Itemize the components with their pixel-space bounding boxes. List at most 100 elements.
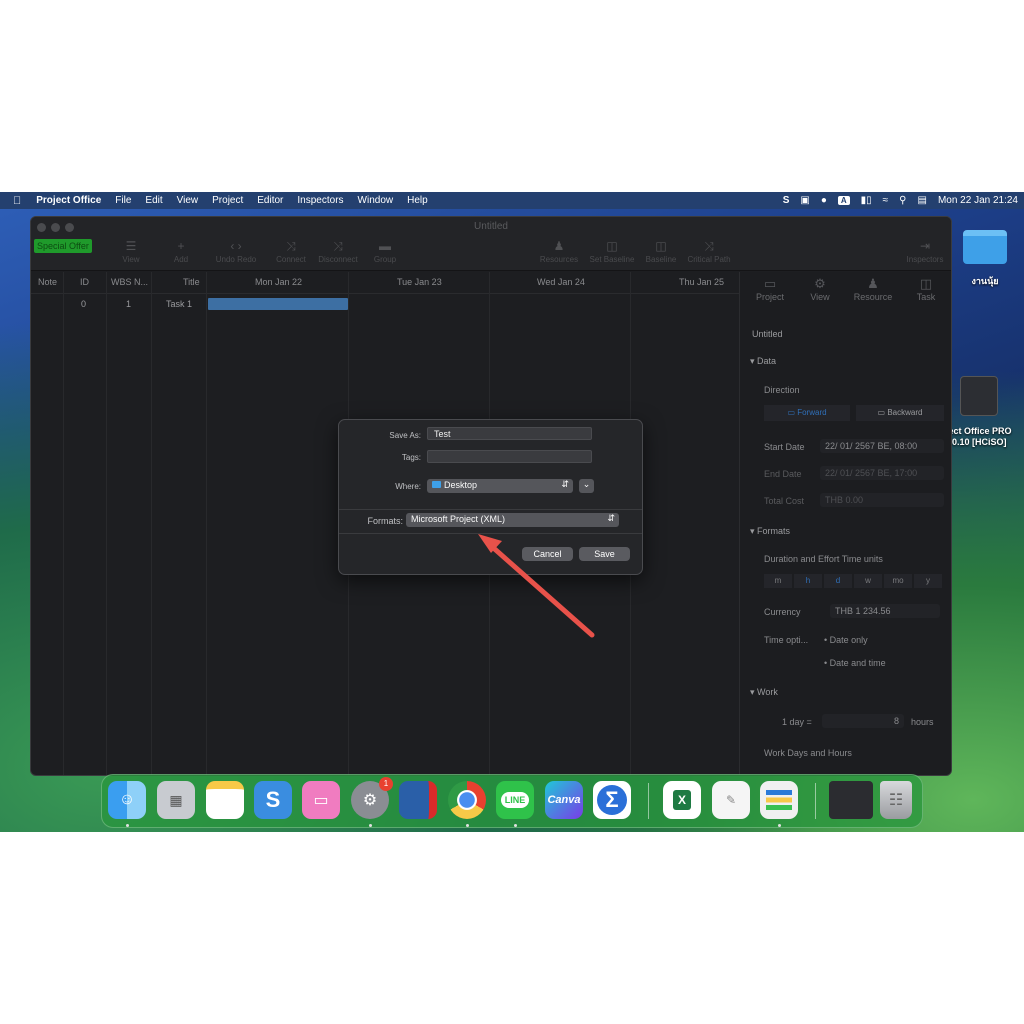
col-wbs[interactable]: WBS N... xyxy=(111,277,148,287)
work-section-header[interactable]: ▾ Work xyxy=(750,687,778,698)
notes-icon[interactable] xyxy=(206,781,244,819)
column-divider xyxy=(151,272,152,775)
unit-mo[interactable]: mo xyxy=(884,574,912,588)
menu-window[interactable]: Window xyxy=(351,195,401,206)
date-only-radio[interactable]: • Date only xyxy=(824,635,868,645)
battery-icon[interactable]: ▮▯ xyxy=(861,195,872,206)
set-baseline-button[interactable]: ◫ Set Baseline xyxy=(587,239,637,264)
menu-app-name[interactable]: Project Office xyxy=(29,195,108,206)
tab-task[interactable]: ◫ Task xyxy=(901,276,951,302)
divider xyxy=(339,533,642,534)
col-id[interactable]: ID xyxy=(80,277,89,287)
tab-project-label: Project xyxy=(755,292,784,302)
project-office-icon[interactable] xyxy=(760,781,798,819)
hours-per-day-field[interactable]: 8 xyxy=(822,714,904,728)
cancel-button[interactable]: Cancel xyxy=(522,547,573,561)
menu-editor[interactable]: Editor xyxy=(250,195,290,206)
menu-file[interactable]: File xyxy=(108,195,138,206)
line-icon[interactable]: LINE xyxy=(496,781,534,819)
menu-inspectors[interactable]: Inspectors xyxy=(290,195,350,206)
folder-label[interactable]: งานนุ้ย xyxy=(955,274,1015,288)
apple-icon[interactable]:  xyxy=(0,195,29,207)
total-cost-field[interactable]: THB 0.00 xyxy=(820,493,944,507)
sigma-icon[interactable]: Σ xyxy=(593,781,631,819)
menu-clock[interactable]: Mon 22 Jan 21:24 xyxy=(938,195,1018,206)
baseline-icon: ◫ xyxy=(655,239,667,253)
unit-w[interactable]: w xyxy=(854,574,882,588)
end-date-field[interactable]: 22/ 01/ 2567 BE, 17:00 xyxy=(820,466,944,480)
wifi-icon[interactable]: ≈ xyxy=(883,195,889,206)
backward-option[interactable]: ▭ Backward xyxy=(856,405,944,421)
resources-button[interactable]: ♟ Resources xyxy=(534,239,584,264)
menu-edit[interactable]: Edit xyxy=(138,195,169,206)
dock-separator xyxy=(648,783,649,819)
view-button[interactable]: ☰ View xyxy=(106,239,156,264)
tags-field[interactable] xyxy=(427,450,592,463)
resources-icon: ♟ xyxy=(553,239,565,253)
snagit-status-icon[interactable]: S xyxy=(783,195,790,206)
unit-h[interactable]: h xyxy=(794,574,822,588)
disconnect-button[interactable]: ⤨ Disconnect xyxy=(313,239,363,264)
work-section-label: Work xyxy=(757,687,778,697)
where-value: Desktop xyxy=(444,480,478,490)
connect-button[interactable]: ⤨ Connect xyxy=(266,239,316,264)
chrome-icon[interactable] xyxy=(448,781,486,819)
line-status-icon[interactable]: ● xyxy=(821,195,827,206)
project-office-app-icon[interactable] xyxy=(960,376,998,416)
screenshot-icon[interactable] xyxy=(829,781,873,819)
remote-status-icon[interactable]: ▣ xyxy=(800,195,809,206)
save-as-field[interactable]: Test xyxy=(427,427,592,440)
control-center-icon[interactable]: ▤ xyxy=(917,195,926,206)
tab-resource[interactable]: ♟ Resource xyxy=(848,276,898,302)
menu-view[interactable]: View xyxy=(170,195,206,206)
group-button[interactable]: ▬ Group xyxy=(360,239,410,264)
gantt-glyph xyxy=(766,790,792,810)
special-offer-button[interactable]: Special Offer xyxy=(34,239,92,253)
baseline-button[interactable]: ◫ Baseline xyxy=(636,239,686,264)
currency-select[interactable]: THB 1 234.56 xyxy=(830,604,940,618)
unit-y[interactable]: y xyxy=(914,574,942,588)
app-label-line1[interactable]: ject Office PRO xyxy=(946,426,1024,436)
cleanmymac-icon[interactable]: ▭ xyxy=(302,781,340,819)
running-indicator xyxy=(514,824,517,827)
search-icon[interactable]: ⚲ xyxy=(899,195,906,206)
trash-icon[interactable]: ☷ xyxy=(880,781,912,819)
textedit-icon[interactable]: ✎ xyxy=(712,781,750,819)
col-note[interactable]: Note xyxy=(38,277,57,287)
formats-section-header[interactable]: ▾ Formats xyxy=(750,526,790,537)
data-section-header[interactable]: ▾ Data xyxy=(750,356,776,367)
input-source-icon[interactable]: A xyxy=(837,196,850,205)
menu-project[interactable]: Project xyxy=(205,195,250,206)
excel-icon[interactable]: X xyxy=(663,781,701,819)
finder-icon[interactable]: ☺ xyxy=(108,781,146,819)
tab-view[interactable]: ⚙ View xyxy=(795,276,845,302)
start-date-field[interactable]: 22/ 01/ 2567 BE, 08:00 xyxy=(820,439,944,453)
canva-icon[interactable]: Canva xyxy=(545,781,583,819)
date-and-time-radio[interactable]: • Date and time xyxy=(824,658,886,668)
folder-icon[interactable] xyxy=(963,230,1007,264)
project-name-field[interactable]: Untitled xyxy=(752,329,783,339)
date-header: Mon Jan 22 xyxy=(255,277,303,287)
inspectors-button[interactable]: ⇥ Inspectors xyxy=(900,239,950,264)
remote-desktop-icon[interactable] xyxy=(399,781,437,819)
launchpad-icon[interactable]: ▦ xyxy=(157,781,195,819)
formats-select[interactable]: Microsoft Project (XML) ⇵ xyxy=(406,513,619,527)
snagit-icon[interactable]: S xyxy=(254,781,292,819)
gantt-task-bar[interactable] xyxy=(208,298,348,310)
forward-option[interactable]: ▭ Forward xyxy=(764,405,850,421)
tab-project[interactable]: ▭ Project xyxy=(745,276,795,302)
app-label-line2[interactable]: 0.10 [HCiSO] xyxy=(952,437,1024,447)
expand-button[interactable]: ⌄ xyxy=(579,479,594,493)
col-title[interactable]: Title xyxy=(183,277,200,287)
unit-m[interactable]: m xyxy=(764,574,792,588)
add-button[interactable]: + Add xyxy=(156,239,206,264)
where-select[interactable]: Desktop ⇵ xyxy=(427,479,573,493)
row-wbs: 1 xyxy=(126,299,132,309)
desktop-screen:  Project Office File Edit View Project … xyxy=(0,192,1024,832)
save-button[interactable]: Save xyxy=(579,547,630,561)
undo-redo-button[interactable]: ‹ › Undo Redo xyxy=(211,239,261,264)
critical-path-button[interactable]: ⤨ Critical Path xyxy=(684,239,734,264)
menu-help[interactable]: Help xyxy=(400,195,435,206)
unit-d[interactable]: d xyxy=(824,574,852,588)
tab-task-label: Task xyxy=(916,292,936,302)
